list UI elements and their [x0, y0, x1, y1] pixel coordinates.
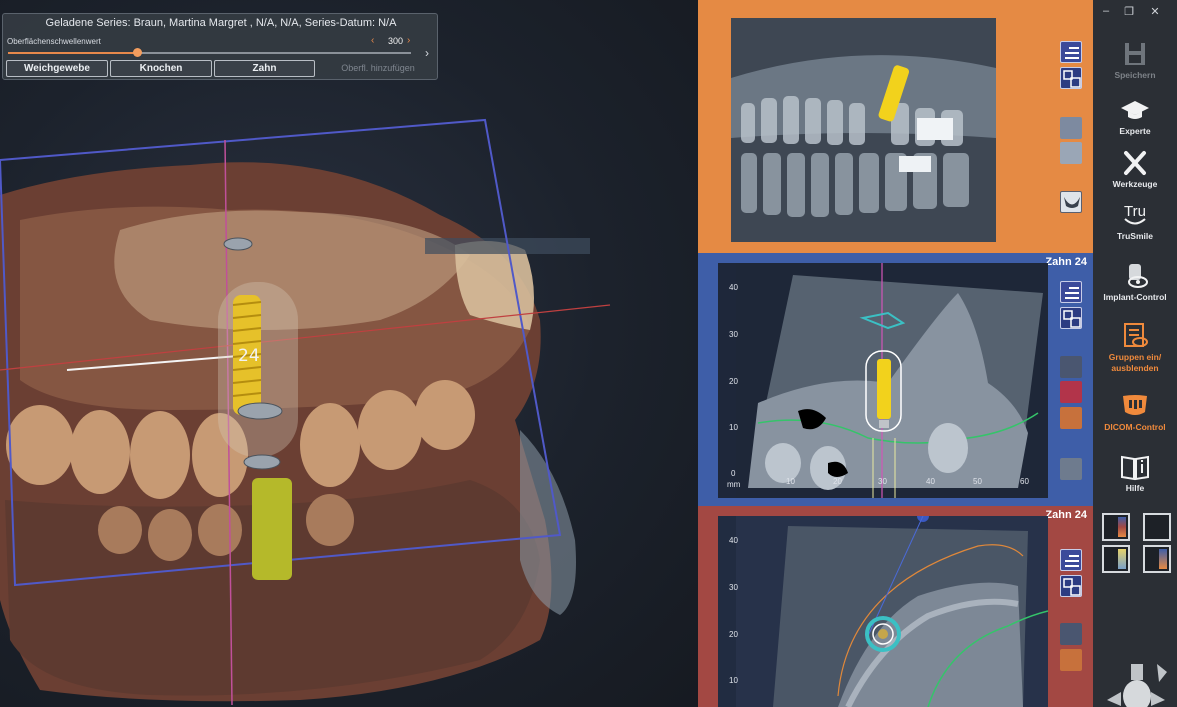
layout-option-2-button[interactable]: [1143, 513, 1171, 541]
cross-thumb-icon[interactable]: [1060, 458, 1082, 480]
axial-view-title: Zahn 24: [1045, 509, 1087, 521]
help-button[interactable]: Hilfe: [1093, 453, 1177, 494]
trusmile-icon: Tru: [1124, 203, 1146, 225]
cross-x-unit: mm: [727, 480, 741, 489]
3d-viewport[interactable]: 24: [0, 0, 698, 707]
bone-thumb-icon[interactable]: [1060, 356, 1082, 378]
threshold-slider-handle[interactable]: [132, 48, 142, 57]
axial-view[interactable]: Zahn 24 40 30 20 10: [698, 506, 1093, 707]
panoramic-thumb2-icon[interactable]: [1060, 142, 1082, 164]
series-panel: Geladene Series: Braun, Martina Margret …: [2, 13, 438, 80]
axial-y-tick-20: 20: [729, 630, 738, 639]
cross-x-tick-30: 30: [878, 477, 887, 486]
axial-y-tick-30: 30: [729, 583, 738, 592]
cross-x-tick-50: 50: [973, 477, 982, 486]
view-menu-icon[interactable]: [1060, 281, 1082, 303]
dicom-control-icon: [1123, 395, 1147, 415]
axial-y-tick-40: 40: [729, 536, 738, 545]
cross-section-view[interactable]: Zahn 24 40 30 20 10 0 mm 10 20 30 40 50 …: [698, 253, 1093, 506]
cross-x-tick-10: 10: [786, 477, 795, 486]
cross-y-tick-30: 30: [729, 330, 738, 339]
3d-scene[interactable]: [0, 0, 698, 707]
cross-y-tick-40: 40: [729, 283, 738, 292]
right-toolbar: – ❐ ✕ Speichern Experte Werkzeuge Tru Tr…: [1093, 0, 1177, 707]
bone-button[interactable]: Knochen: [110, 60, 212, 77]
implant-control-icon: [1128, 264, 1148, 288]
cross-y-tick-0: 0: [731, 469, 736, 478]
minimize-icon[interactable]: –: [1099, 5, 1113, 17]
graduation-cap-icon: [1121, 101, 1149, 119]
view-layout-icon[interactable]: [1060, 575, 1082, 597]
panoramic-image[interactable]: [731, 18, 996, 242]
implant-control-button[interactable]: Implant-Control: [1093, 262, 1177, 303]
groups-toggle-icon: [1124, 323, 1148, 347]
series-title: Geladene Series: Braun, Martina Margret …: [45, 17, 397, 29]
add-surface-button[interactable]: Oberfl. hinzufügen: [321, 61, 435, 76]
axial-y-tick-10: 10: [729, 676, 738, 685]
save-icon: [1125, 43, 1145, 65]
layout-option-4-button[interactable]: [1143, 545, 1171, 573]
cross-x-tick-60: 60: [1020, 477, 1029, 486]
panoramic-thumb-icon[interactable]: [1060, 117, 1082, 139]
expert-button[interactable]: Experte: [1093, 96, 1177, 137]
threshold-decrease-icon[interactable]: ‹: [371, 35, 374, 46]
jaw-outline-icon[interactable]: [1060, 191, 1082, 213]
trusmile-button[interactable]: Tru TruSmile: [1093, 201, 1177, 242]
panoramic-view[interactable]: [698, 0, 1093, 253]
view-menu-icon[interactable]: [1060, 41, 1082, 63]
groups-toggle-button[interactable]: Gruppen ein/ ausblenden: [1093, 322, 1177, 374]
tools-button[interactable]: Werkzeuge: [1093, 149, 1177, 190]
layout-option-3-button[interactable]: [1102, 545, 1130, 573]
tooth-button[interactable]: Zahn: [214, 60, 315, 77]
svg-text:Tru: Tru: [1124, 203, 1146, 220]
tools-icon: [1124, 151, 1146, 175]
restore-icon[interactable]: ❐: [1122, 5, 1136, 18]
soft-tissue-button[interactable]: Weichgewebe: [6, 60, 108, 77]
dicom-control-button[interactable]: DICOM-Control: [1093, 392, 1177, 433]
view-layout-icon[interactable]: [1060, 67, 1082, 89]
panel-expand-icon[interactable]: ›: [425, 46, 429, 60]
cross-y-tick-10: 10: [729, 423, 738, 432]
save-button[interactable]: Speichern: [1093, 40, 1177, 81]
tissue-thumb-icon[interactable]: [1060, 649, 1082, 671]
threshold-increase-icon[interactable]: ›: [407, 35, 410, 46]
layout-option-1-button[interactable]: [1102, 513, 1130, 541]
implant-number-label: 24: [238, 346, 260, 366]
threshold-slider-fill: [8, 52, 137, 54]
cross-x-tick-40: 40: [926, 477, 935, 486]
nerve-thumb-icon[interactable]: [1060, 381, 1082, 403]
axial-image[interactable]: [718, 516, 1048, 707]
orientation-head-icon[interactable]: [1101, 660, 1171, 707]
tissue-thumb-icon[interactable]: [1060, 407, 1082, 429]
cross-x-tick-20: 20: [833, 477, 842, 486]
view-layout-icon[interactable]: [1060, 307, 1082, 329]
cross-y-tick-20: 20: [729, 377, 738, 386]
cross-section-image[interactable]: [718, 263, 1048, 498]
help-book-icon: [1121, 455, 1149, 481]
bone-thumb-icon[interactable]: [1060, 623, 1082, 645]
view-menu-icon[interactable]: [1060, 549, 1082, 571]
threshold-value: 300: [388, 36, 404, 46]
threshold-label: Oberflächenschwellenwert: [7, 37, 101, 46]
cross-view-title: Zahn 24: [1045, 256, 1087, 268]
close-icon[interactable]: ✕: [1148, 5, 1162, 18]
